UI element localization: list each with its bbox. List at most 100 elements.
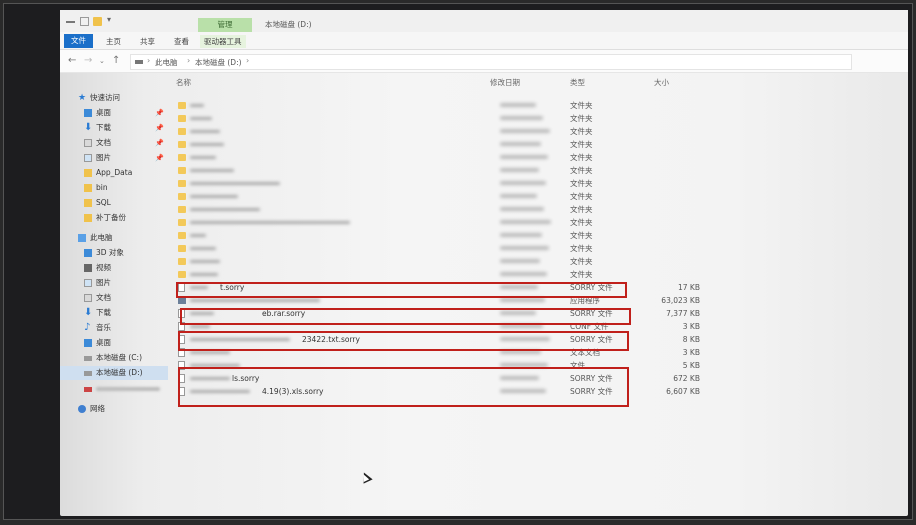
back-icon[interactable]: ← [68, 55, 76, 66]
column-header-size[interactable]: 大小 [654, 77, 669, 88]
nav-label: 图片 [96, 153, 111, 162]
video-icon [84, 264, 92, 272]
file-row[interactable]: 文件夹 [170, 112, 710, 125]
folder-icon [84, 169, 92, 177]
breadcrumb-separator-icon[interactable]: › [187, 56, 190, 65]
breadcrumb-this-pc[interactable]: 此电脑 [155, 57, 178, 68]
nav-label: 此电脑 [90, 233, 113, 242]
file-type: 文件夹 [570, 101, 593, 110]
tab-home[interactable]: 主页 [106, 35, 121, 48]
nav-item-music[interactable]: ♪ 音乐 [60, 321, 168, 335]
breadcrumb-separator-icon[interactable]: › [246, 56, 249, 65]
folder-icon [84, 199, 92, 207]
nav-item-pictures[interactable]: 图片 📌 [60, 151, 168, 165]
new-folder-icon[interactable] [93, 17, 102, 26]
file-row[interactable]: 文件夹 [170, 229, 710, 242]
redacted-name [190, 104, 204, 107]
nav-item-redacted-drive[interactable] [60, 382, 168, 396]
column-header-date[interactable]: 修改日期 [490, 77, 520, 88]
pin-icon[interactable]: 📌 [155, 136, 164, 150]
redacted-name [190, 260, 220, 263]
system-menu-icon[interactable] [66, 21, 75, 23]
address-bar: ← → ⌄ ↑ › 此电脑 › 本地磁盘 (D:) › [60, 50, 908, 73]
nav-item-sql[interactable]: SQL [60, 196, 168, 210]
nav-item-documents-pc[interactable]: 文档 [60, 291, 168, 305]
nav-this-pc[interactable]: 此电脑 [60, 231, 168, 245]
file-row[interactable]: 文件夹 [170, 125, 710, 138]
nav-label: 文档 [96, 293, 111, 302]
redacted-name [190, 182, 280, 185]
computer-icon [78, 234, 86, 242]
nav-item-bin[interactable]: bin [60, 181, 168, 195]
redacted-name [190, 195, 238, 198]
nav-item-3d-objects[interactable]: 3D 对象 [60, 246, 168, 260]
file-row[interactable]: 文件夹 [170, 242, 710, 255]
file-row[interactable]: 文件夹 [170, 203, 710, 216]
title-bar: ▾ 管理 本地磁盘 (D:) [60, 10, 908, 32]
column-header-name[interactable]: 名称 [176, 77, 191, 88]
nav-item-videos[interactable]: 视频 [60, 261, 168, 275]
address-input[interactable]: › 此电脑 › 本地磁盘 (D:) › [130, 54, 852, 70]
redacted-name [190, 325, 210, 328]
file-size: 3 KB [682, 348, 700, 357]
nav-quick-access[interactable]: ★ 快速访问 [60, 91, 168, 105]
nav-item-pictures-pc[interactable]: 图片 [60, 276, 168, 290]
redacted-date [500, 298, 545, 302]
forward-icon[interactable]: → [84, 55, 92, 66]
breadcrumb-drive-d[interactable]: 本地磁盘 (D:) [195, 57, 242, 68]
pin-icon[interactable]: 📌 [155, 121, 164, 135]
file-row[interactable]: 文件夹 [170, 255, 710, 268]
column-header-type[interactable]: 类型 [570, 77, 585, 88]
document-icon [84, 294, 92, 302]
file-row[interactable]: 文件夹 [170, 216, 710, 229]
document-icon [84, 139, 92, 147]
nav-network[interactable]: 网络 [60, 402, 168, 416]
pin-icon[interactable]: 📌 [155, 106, 164, 120]
nav-item-desktop[interactable]: 桌面 📌 [60, 106, 168, 120]
tab-file[interactable]: 文件 [64, 34, 93, 48]
nav-item-downloads[interactable]: ⬇ 下载 📌 [60, 121, 168, 135]
breadcrumb-separator-icon[interactable]: › [147, 56, 150, 65]
folder-icon [178, 154, 186, 161]
download-icon: ⬇ [84, 307, 93, 318]
pin-icon[interactable]: 📌 [155, 151, 164, 165]
nav-item-patch-backup[interactable]: 补丁备份 [60, 211, 168, 225]
nav-item-drive-c[interactable]: 本地磁盘 (C:) [60, 351, 168, 365]
redacted-date [500, 272, 547, 276]
nav-item-app-data[interactable]: App_Data [60, 166, 168, 180]
recent-locations-icon[interactable]: ⌄ [99, 57, 105, 65]
folder-icon [178, 232, 186, 239]
nav-item-drive-d[interactable]: 本地磁盘 (D:) [60, 366, 168, 380]
up-icon[interactable]: ↑ [112, 55, 120, 66]
properties-icon[interactable] [80, 17, 89, 26]
folder-icon [178, 115, 186, 122]
file-row[interactable]: 文件夹 [170, 99, 710, 112]
file-row[interactable]: 文件夹 [170, 138, 710, 151]
nav-label: 视频 [96, 263, 111, 272]
customize-toolbar-icon[interactable]: ▾ [107, 15, 116, 24]
folder-icon [178, 180, 186, 187]
redacted-date [500, 103, 536, 107]
tab-share[interactable]: 共享 [140, 35, 155, 48]
file-row[interactable]: 文件夹 [170, 164, 710, 177]
redacted-date [500, 246, 549, 250]
folder-icon [178, 219, 186, 226]
tab-view[interactable]: 查看 [174, 35, 189, 48]
redacted-date [500, 220, 551, 224]
nav-label: bin [96, 183, 108, 192]
file-row[interactable]: 文件夹 [170, 268, 710, 281]
application-icon [178, 297, 186, 304]
folder-icon [178, 245, 186, 252]
file-row[interactable]: 文件夹 [170, 151, 710, 164]
file-row[interactable]: 文件夹 [170, 177, 710, 190]
file-type: 文件夹 [570, 140, 593, 149]
manage-tab[interactable]: 管理 [198, 18, 252, 32]
nav-item-desktop-pc[interactable]: 桌面 [60, 336, 168, 350]
nav-label: 音乐 [96, 323, 111, 332]
redacted-date [500, 233, 542, 237]
tab-drive-tools[interactable]: 驱动器工具 [200, 35, 246, 48]
nav-item-documents[interactable]: 文档 📌 [60, 136, 168, 150]
file-row[interactable]: 文件夹 [170, 190, 710, 203]
folder-icon [178, 141, 186, 148]
nav-item-downloads-pc[interactable]: ⬇ 下载 [60, 306, 168, 320]
